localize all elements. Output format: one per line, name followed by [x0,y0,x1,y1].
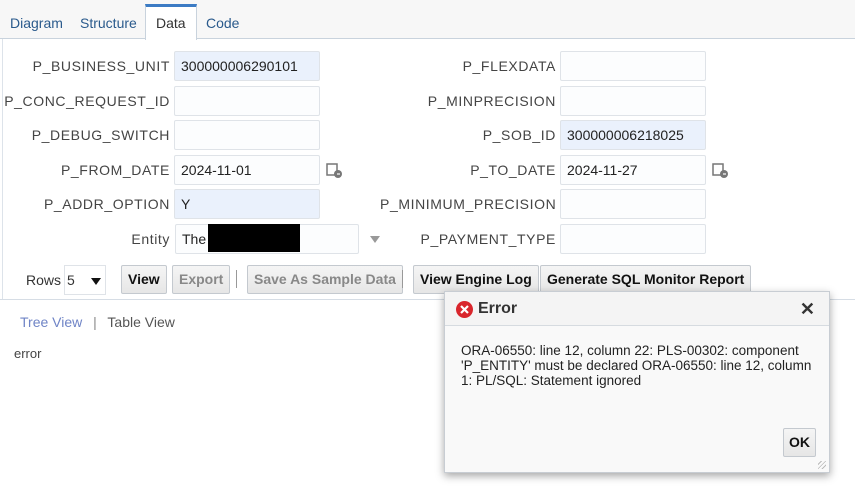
param-label: P_TO_DATE [470,162,556,178]
param-label: P_MINPRECISION [427,93,556,109]
dialog-message: ORA-06550: line 12, column 22: PLS-00302… [461,343,812,388]
table-view-link[interactable]: Table View [107,314,174,330]
param-label: P_FROM_DATE [60,162,170,178]
p-from-date-input[interactable]: 2024-11-01 [174,155,320,185]
dialog-title: Error [478,300,518,317]
output-text: error [14,346,42,361]
tab-structure[interactable]: Structure [70,4,147,39]
rows-value: 5 [67,272,75,288]
separator [236,270,237,288]
tab-bar: Diagram Structure Data Code [0,0,855,40]
param-label: P_FLEXDATA [462,58,556,74]
dropdown-arrow-icon[interactable] [370,236,380,243]
close-icon[interactable]: ✕ [800,299,815,320]
error-dialog: Error ✕ ORA-06550: line 12, column 22: P… [444,291,830,473]
view-separator: | [93,314,97,330]
export-button[interactable]: Export [172,265,231,294]
rows-label: Rows [26,272,62,288]
rows-select[interactable]: 5 [64,265,106,295]
save-as-sample-data-button[interactable]: Save As Sample Data [247,265,403,294]
ok-button[interactable]: OK [783,428,816,457]
view-engine-log-button[interactable]: View Engine Log [413,265,539,294]
dropdown-arrow-icon [91,278,101,285]
p-sob-id-input[interactable]: 300000006218025 [560,120,706,150]
resize-handle[interactable] [818,461,826,469]
p-business-unit-input[interactable]: 300000006290101 [174,51,320,81]
param-label: P_PAYMENT_TYPE [420,231,556,247]
p-minimum-precision-input[interactable] [560,189,706,219]
p-to-date-input[interactable]: 2024-11-27 [560,155,706,185]
p-payment-type-input[interactable] [560,224,706,254]
generate-sql-monitor-report-button[interactable]: Generate SQL Monitor Report [540,265,752,294]
calendar-icon[interactable] [712,162,728,178]
param-label: P_BUSINESS_UNIT [32,58,170,74]
tab-data[interactable]: Data [145,4,197,40]
view-button[interactable]: View [121,265,167,294]
param-label: P_ADDR_OPTION [43,196,170,212]
param-label: P_MINIMUM_PRECISION [380,196,557,212]
p-conc-request-id-input[interactable] [174,86,320,116]
tab-diagram[interactable]: Diagram [0,4,73,39]
param-label: P_SOB_ID [482,127,556,143]
dialog-header: Error ✕ [445,292,829,326]
view-switcher: Tree View | Table View [20,314,175,330]
param-label: Entity [131,231,170,247]
calendar-icon[interactable] [326,162,342,178]
param-label: P_DEBUG_SWITCH [31,127,170,143]
entity-value: The [182,231,207,247]
error-icon [456,301,473,318]
tab-code[interactable]: Code [196,4,249,39]
redaction [208,224,300,252]
param-label: P_CONC_REQUEST_ID [4,93,170,109]
separator [402,270,403,288]
p-debug-switch-input[interactable] [174,120,320,150]
p-flexdata-input[interactable] [560,51,706,81]
tree-view-link[interactable]: Tree View [20,314,82,330]
p-minprecision-input[interactable] [560,86,706,116]
entity-select[interactable]: The [175,224,359,254]
p-addr-option-input[interactable]: Y [174,189,320,219]
